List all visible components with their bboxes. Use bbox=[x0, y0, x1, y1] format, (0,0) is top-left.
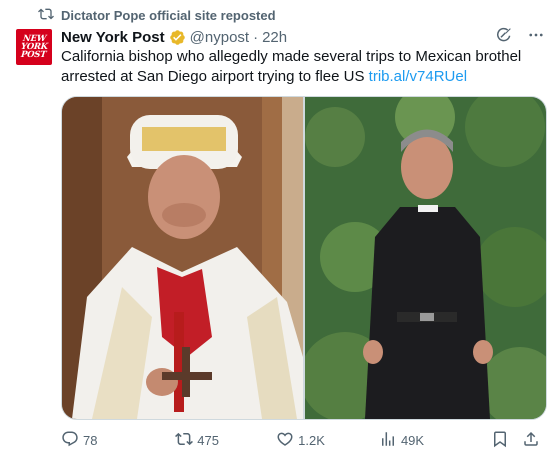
author-handle[interactable]: @nypost bbox=[190, 29, 249, 46]
like-button[interactable]: 1.2K bbox=[276, 430, 379, 451]
like-count: 1.2K bbox=[298, 432, 325, 448]
bookmark-button[interactable] bbox=[491, 430, 514, 451]
repost-icon bbox=[38, 6, 54, 25]
separator-dot: · bbox=[253, 28, 259, 46]
repost-button[interactable]: 475 bbox=[175, 430, 276, 451]
bishop-clerical-photo[interactable] bbox=[305, 97, 546, 419]
bookmark-icon bbox=[491, 430, 509, 451]
post-link[interactable]: trib.al/v74RUel bbox=[369, 68, 467, 85]
verified-badge-icon[interactable] bbox=[169, 29, 186, 46]
reply-count: 78 bbox=[83, 432, 98, 448]
post-timestamp[interactable]: 22h bbox=[262, 29, 287, 46]
avatar-text-line-3: POST bbox=[20, 50, 48, 60]
post-header: New York Post @nypost · 22h bbox=[61, 27, 287, 47]
views-chart-icon bbox=[379, 430, 397, 451]
grok-icon[interactable] bbox=[495, 26, 513, 49]
post-top-actions bbox=[495, 26, 545, 49]
repost-label: Dictator Pope official site reposted bbox=[61, 7, 276, 23]
reply-button[interactable]: 78 bbox=[61, 430, 175, 451]
share-button[interactable] bbox=[522, 430, 545, 451]
views-count: 49K bbox=[400, 432, 425, 448]
post-action-bar: 78 475 1.2K 49K bbox=[61, 430, 545, 450]
repost-count: 475 bbox=[197, 432, 219, 448]
repost-indicator[interactable]: Dictator Pope official site reposted bbox=[38, 6, 276, 24]
heart-icon bbox=[276, 430, 294, 451]
reply-icon bbox=[61, 430, 79, 451]
more-options-icon[interactable] bbox=[527, 26, 545, 49]
post-media bbox=[61, 96, 547, 420]
views-button[interactable]: 49K bbox=[379, 430, 491, 451]
bishop-vestments-photo[interactable] bbox=[62, 97, 303, 419]
share-icon bbox=[522, 430, 540, 451]
repost-action-icon bbox=[175, 430, 194, 451]
avatar[interactable]: NEW YORK POST bbox=[16, 29, 52, 65]
post-text: California bishop who allegedly made sev… bbox=[61, 47, 541, 87]
author-name[interactable]: New York Post bbox=[61, 29, 165, 46]
